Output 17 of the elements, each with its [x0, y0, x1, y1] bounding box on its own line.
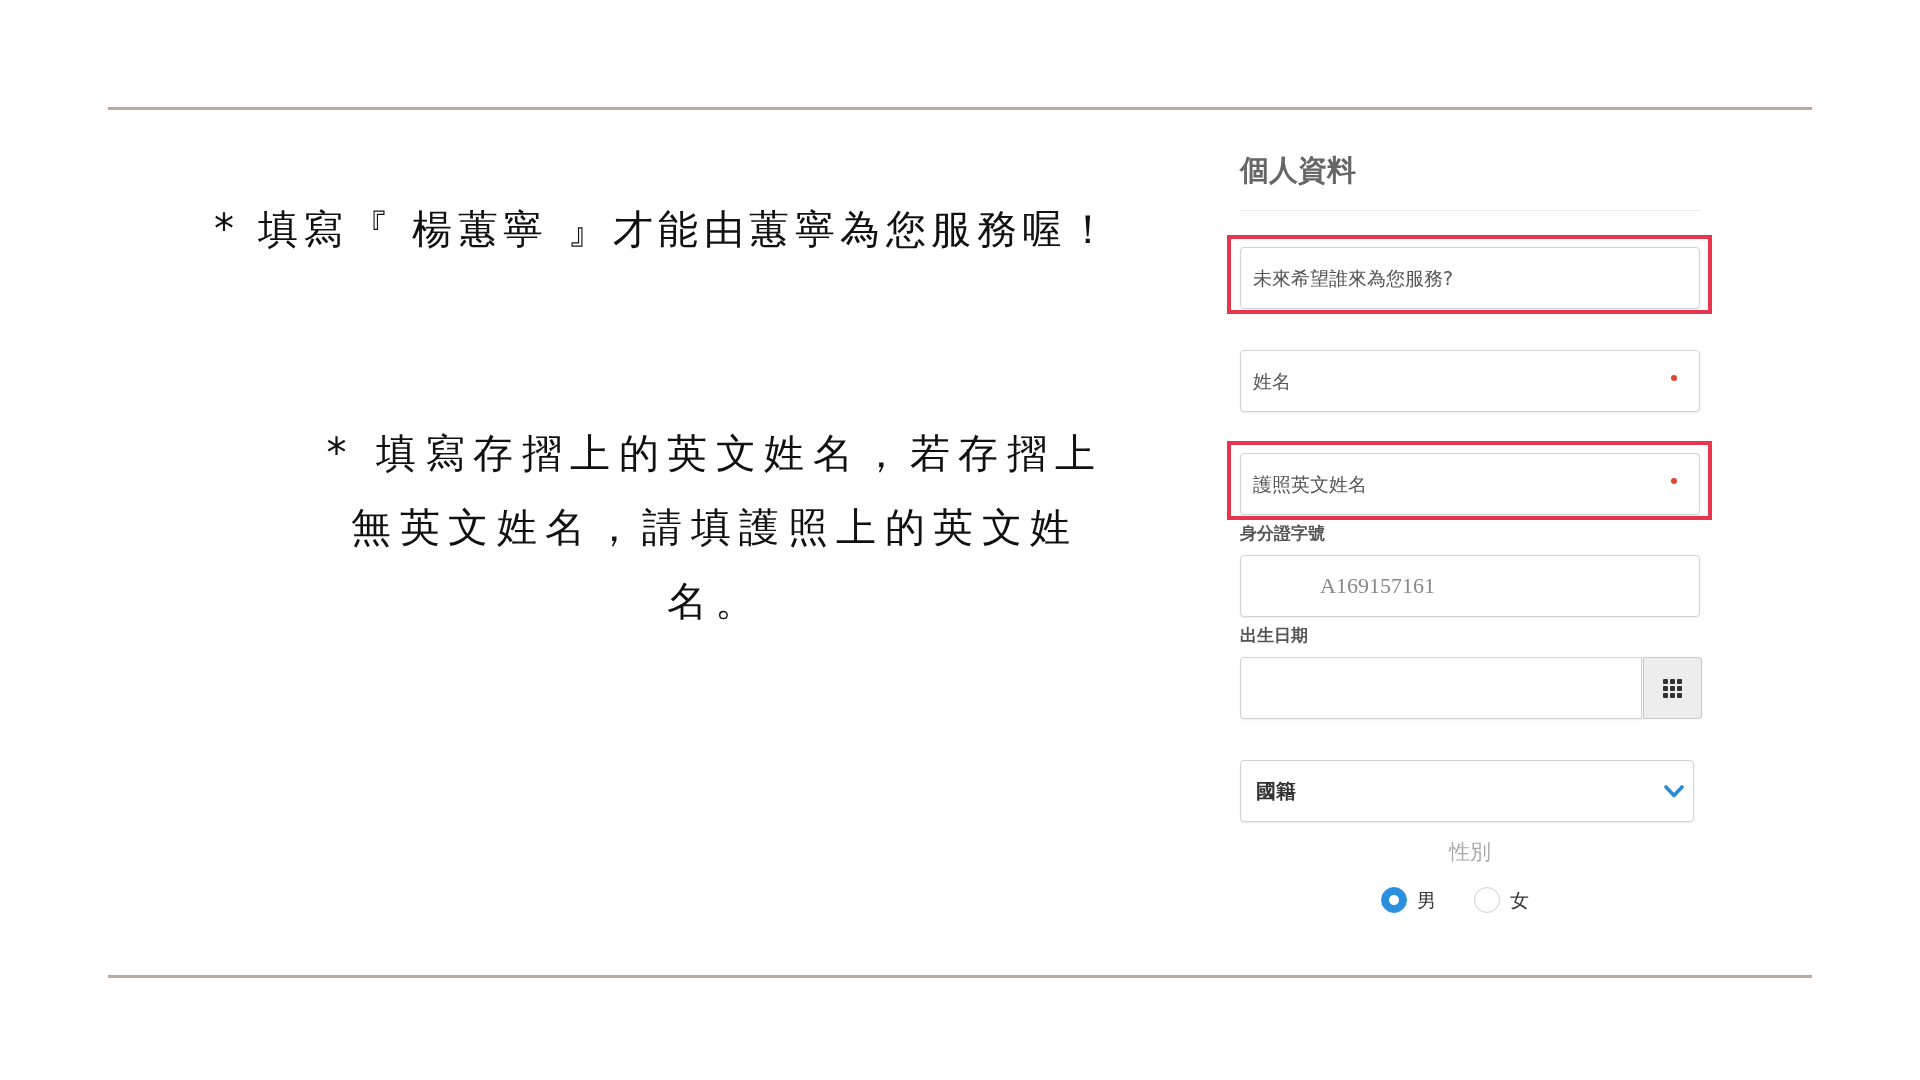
text-input[interactable]: 未來希望誰來為您服務? — [1240, 247, 1700, 309]
section-title: 個人資料 — [1240, 152, 1356, 189]
field-label: 身分證字號 — [1240, 523, 1325, 543]
field-label: 出生日期 — [1240, 625, 1308, 645]
dropdown-select[interactable]: 國籍 — [1240, 760, 1694, 822]
chevron-down-icon — [1664, 784, 1684, 798]
note-text: * 填寫存摺上的英文姓名，若存摺上無英文姓名，請填護照上的英文姓名。 — [325, 429, 1105, 626]
radio-option[interactable]: 男 — [1381, 887, 1436, 913]
radio-option[interactable]: 女 — [1474, 887, 1529, 913]
note-text: * 填寫『 楊蕙寧 』才能由蕙寧為您服務喔！ — [214, 205, 1115, 254]
text-input[interactable]: 姓名 — [1240, 350, 1700, 412]
date-input[interactable] — [1240, 657, 1642, 719]
date-picker-button[interactable] — [1643, 657, 1702, 719]
group-label: 性別 — [1449, 839, 1491, 865]
text-input[interactable]: 護照英文姓名 — [1240, 453, 1700, 515]
dot-grid-icon — [1663, 678, 1682, 698]
text-input[interactable]: A169157161 — [1240, 555, 1700, 617]
